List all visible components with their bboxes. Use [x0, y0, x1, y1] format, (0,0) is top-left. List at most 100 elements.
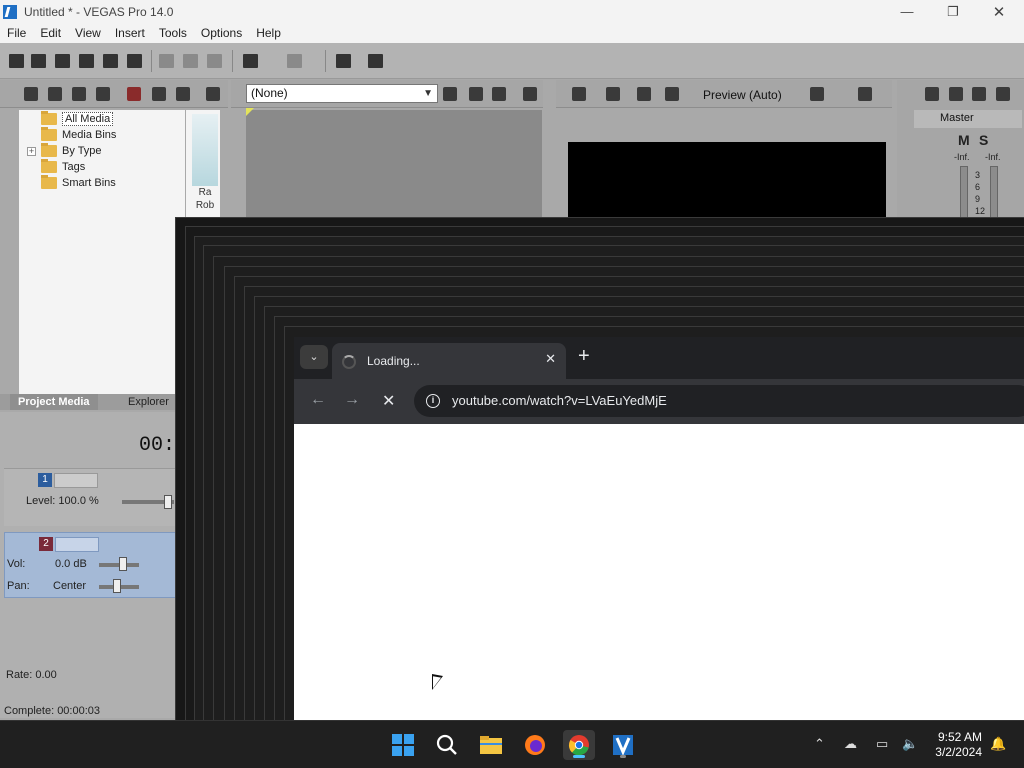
- menu-options[interactable]: Options: [194, 26, 249, 40]
- media-thumbnail-pane: Ra Rob: [186, 110, 220, 220]
- master-icon[interactable]: [996, 87, 1010, 101]
- save-as-icon[interactable]: [79, 54, 94, 68]
- volume-slider-knob[interactable]: [119, 557, 127, 571]
- capture-video-icon[interactable]: [48, 87, 62, 101]
- new-project-icon[interactable]: [9, 54, 24, 68]
- audio-track-header[interactable]: 2 Vol: 0.0 dB Pan: Center: [4, 532, 176, 598]
- menu-help[interactable]: Help: [249, 26, 288, 40]
- master-icon[interactable]: [949, 87, 963, 101]
- preview-properties-gear-icon[interactable]: [572, 87, 586, 101]
- remove-media-icon[interactable]: [127, 87, 141, 101]
- trimmer-icon[interactable]: [523, 87, 537, 101]
- media-fx-icon[interactable]: [152, 87, 166, 101]
- render-as-icon[interactable]: [103, 54, 118, 68]
- file-explorer-button[interactable]: [475, 730, 507, 760]
- copy-icon[interactable]: [183, 54, 198, 68]
- trimmer-icon[interactable]: [443, 87, 457, 101]
- trimmer-close-icon[interactable]: [492, 87, 506, 101]
- onedrive-icon[interactable]: ☁: [844, 736, 857, 752]
- whats-this-help-icon[interactable]: [368, 54, 383, 68]
- save-icon[interactable]: [55, 54, 70, 68]
- menu-edit[interactable]: Edit: [33, 26, 68, 40]
- firefox-button[interactable]: [519, 730, 551, 760]
- stop-loading-icon[interactable]: ✕: [382, 391, 395, 411]
- forward-arrow-icon[interactable]: →: [344, 391, 360, 409]
- system-clock[interactable]: 9:52 AM 3/2/2024: [930, 730, 982, 760]
- url-text: youtube.com/watch?v=LVaEuYedMjE: [452, 393, 667, 408]
- start-button[interactable]: [387, 730, 419, 760]
- external-monitor-icon[interactable]: [606, 87, 620, 101]
- expand-plus-icon[interactable]: +: [27, 147, 36, 156]
- preview-fx-icon[interactable]: [665, 87, 679, 101]
- search-icon: [436, 734, 457, 755]
- mute-button[interactable]: M: [958, 132, 970, 148]
- media-thumbnail[interactable]: [192, 114, 218, 186]
- restore-button[interactable]: ❐: [930, 0, 976, 23]
- cut-icon[interactable]: [159, 54, 174, 68]
- menu-insert[interactable]: Insert: [108, 26, 152, 40]
- get-media-from-web-icon[interactable]: [72, 87, 86, 101]
- trimmer-area[interactable]: [246, 110, 542, 220]
- site-info-icon[interactable]: i: [426, 394, 440, 408]
- video-track-header[interactable]: 1 Level: 100.0 %: [4, 468, 176, 526]
- import-media-icon[interactable]: [24, 87, 38, 101]
- paste-icon[interactable]: [207, 54, 222, 68]
- vegas-app-icon: [3, 4, 17, 19]
- open-icon[interactable]: [31, 54, 46, 68]
- tab-close-icon[interactable]: ✕: [545, 351, 556, 367]
- master-gear-icon[interactable]: [925, 87, 939, 101]
- web-icon[interactable]: [96, 87, 110, 101]
- tab-explorer[interactable]: Explorer: [120, 394, 177, 410]
- tree-item-smart-bins[interactable]: Smart Bins: [41, 174, 116, 190]
- split-screen-icon[interactable]: [637, 87, 651, 101]
- trimmer-icon[interactable]: [469, 87, 483, 101]
- tab-search-chevron-icon[interactable]: ⌄: [300, 345, 328, 369]
- page-content[interactable]: [294, 424, 1024, 720]
- level-slider-knob[interactable]: [164, 495, 172, 509]
- speaker-icon[interactable]: [972, 87, 986, 101]
- volume-muted-icon[interactable]: 🔈: [902, 736, 918, 752]
- chevron-up-icon[interactable]: ⌃: [814, 736, 825, 752]
- back-arrow-icon[interactable]: ←: [310, 391, 326, 409]
- browser-tab[interactable]: Loading... ✕: [332, 343, 566, 379]
- tree-item-tags[interactable]: Tags: [41, 158, 85, 174]
- dock-tabs: Project Media Explorer: [0, 394, 176, 410]
- minimize-button[interactable]: —: [884, 0, 930, 23]
- active-app-indicator: [573, 755, 585, 758]
- rate-label: Rate: 0.00: [6, 669, 57, 681]
- properties-gear-icon[interactable]: [127, 54, 142, 68]
- tab-project-media[interactable]: Project Media: [10, 394, 98, 410]
- track-number: 1: [38, 473, 52, 487]
- copy-snapshot-icon[interactable]: [858, 87, 872, 101]
- vegas-pro-button[interactable]: [607, 730, 639, 760]
- pan-slider-knob[interactable]: [113, 579, 121, 593]
- media-thumbnail-label: Rob: [195, 200, 215, 211]
- close-button[interactable]: ✕: [976, 0, 1022, 23]
- undo-icon[interactable]: [243, 54, 258, 68]
- auto-ripple-icon[interactable]: [336, 54, 351, 68]
- network-icon[interactable]: ▭: [876, 736, 888, 752]
- folder-icon: [41, 142, 57, 157]
- trimmer-media-select[interactable]: (None) ▼: [246, 84, 438, 103]
- new-tab-plus-icon[interactable]: +: [578, 346, 590, 366]
- tree-item-all-media[interactable]: All Media: [41, 110, 114, 126]
- menu-file[interactable]: File: [0, 26, 33, 40]
- menu-view[interactable]: View: [68, 26, 108, 40]
- search-button[interactable]: [431, 730, 463, 760]
- tree-item-by-type[interactable]: By Type: [41, 142, 102, 158]
- overlays-grid-icon[interactable]: [810, 87, 824, 101]
- tree-item-media-bins[interactable]: Media Bins: [41, 126, 116, 142]
- menu-tools[interactable]: Tools: [152, 26, 194, 40]
- folder-icon: [41, 126, 57, 141]
- chrome-button[interactable]: [563, 730, 595, 760]
- notification-bell-icon[interactable]: 🔔: [990, 736, 1006, 752]
- redo-icon[interactable]: [287, 54, 302, 68]
- auto-preview-icon[interactable]: [176, 87, 190, 101]
- address-bar[interactable]: i youtube.com/watch?v=LVaEuYedMjE: [414, 385, 1024, 417]
- solo-button[interactable]: S: [979, 132, 988, 148]
- track-name-field[interactable]: [54, 473, 98, 488]
- window-title: Untitled * - VEGAS Pro 14.0: [24, 4, 174, 19]
- track-name-field[interactable]: [55, 537, 99, 552]
- play-icon[interactable]: [206, 87, 220, 101]
- preview-quality-dropdown[interactable]: Preview (Auto): [703, 88, 782, 102]
